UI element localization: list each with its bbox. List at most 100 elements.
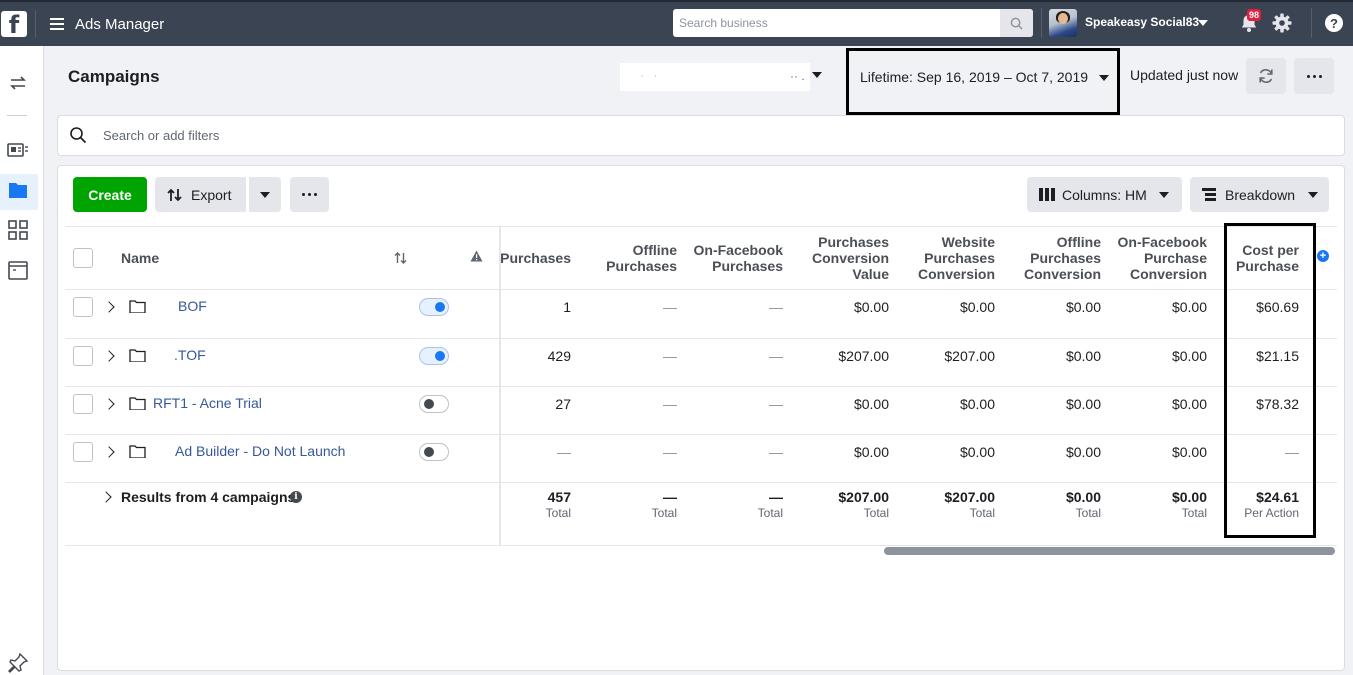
search-business-button[interactable] (1000, 9, 1033, 37)
chevron-down-icon (1158, 191, 1169, 198)
total-offline-purchases: — (663, 489, 677, 505)
column-header-on-facebook-purchases[interactable]: On-Facebook Purchases (694, 242, 783, 274)
chevron-down-icon[interactable] (812, 72, 822, 78)
campaign-name-link[interactable]: Ad Builder - Do Not Launch (175, 443, 345, 459)
campaign-name-link[interactable]: BOF (178, 298, 207, 314)
sort-icon[interactable] (394, 252, 407, 264)
total-offline-conversion: $0.00 (1065, 489, 1101, 505)
columns-button[interactable]: Columns: HM (1027, 177, 1182, 212)
cell-website-conversion: $0.00 (959, 396, 995, 412)
grid-icon[interactable] (7, 219, 29, 241)
cost-per-purchase-highlight (1224, 223, 1316, 538)
help-icon[interactable]: ? (1325, 14, 1343, 32)
divider (1041, 8, 1042, 38)
table-border (65, 338, 1337, 339)
total-purchases: 457 (547, 489, 571, 505)
date-range-label: Lifetime: Sep 16, 2019 – Oct 7, 2019 (860, 69, 1089, 85)
total-label: Total (545, 506, 571, 520)
account-name[interactable]: Speakeasy Social83 (1085, 15, 1199, 29)
export-button[interactable]: Export (155, 177, 246, 212)
updated-status: Updated just now (1130, 67, 1239, 83)
cell-offline-conversion: $0.00 (1065, 444, 1101, 460)
search-business-field[interactable] (673, 9, 1033, 37)
cell-on-facebook-conversion: $0.00 (1171, 299, 1207, 315)
total-conversion-value: $207.00 (838, 489, 889, 505)
column-header-offline-purchases[interactable]: Offline Purchases (606, 242, 677, 274)
facebook-logo-icon[interactable]: f (1, 11, 27, 37)
cell-website-conversion: $207.00 (944, 348, 995, 364)
columns-label: Columns: HM (1062, 186, 1147, 203)
warning-icon[interactable] (470, 250, 483, 262)
table-more-options-button[interactable] (290, 177, 329, 212)
add-column-icon[interactable]: + (1317, 250, 1329, 262)
cell-conversion-value: $0.00 (853, 396, 889, 412)
more-options-button[interactable] (1294, 58, 1334, 94)
avatar[interactable] (1049, 9, 1077, 37)
cell-conversion-value: $207.00 (838, 348, 889, 364)
search-icon (70, 127, 87, 144)
more-icon (1306, 74, 1322, 78)
cell-offline-purchases: — (663, 348, 677, 364)
campaign-name-link[interactable]: .TOF (174, 347, 206, 363)
export-arrows-icon (167, 188, 182, 201)
gear-icon[interactable] (1271, 12, 1293, 34)
campaign-toggle[interactable] (419, 395, 449, 413)
total-label: Total (1181, 506, 1207, 520)
column-header-website-purchases-conversion[interactable]: Website Purchases Conversion (918, 234, 995, 282)
pin-icon[interactable] (7, 652, 29, 674)
table-border (65, 386, 1337, 387)
cell-on-facebook-purchases: — (769, 299, 783, 315)
column-header-purchases[interactable]: Purchases (500, 250, 571, 266)
column-header-name[interactable]: Name (121, 250, 159, 266)
app-title[interactable]: Ads Manager (75, 16, 164, 33)
cell-purchases: — (557, 444, 571, 460)
folder-icon (129, 397, 146, 410)
divider (35, 10, 36, 38)
column-header-on-facebook-purchase-conversion[interactable]: On-Facebook Purchase Conversion (1118, 234, 1207, 282)
breakdown-button[interactable]: Breakdown (1190, 177, 1329, 212)
search-business-input[interactable] (673, 9, 1000, 37)
total-label: Total (1075, 506, 1101, 520)
column-header-offline-purchases-conversion[interactable]: Offline Purchases Conversion (1024, 234, 1101, 282)
cell-offline-conversion: $0.00 (1065, 299, 1101, 315)
row-checkbox[interactable] (73, 346, 93, 366)
total-label: Total (863, 506, 889, 520)
filter-search-bar[interactable] (57, 115, 1345, 156)
campaign-toggle[interactable] (419, 298, 449, 316)
cell-conversion-value: $0.00 (853, 299, 889, 315)
total-label: Total (651, 506, 677, 520)
refresh-button[interactable] (1246, 58, 1286, 94)
horizontal-scrollbar[interactable] (884, 547, 1335, 555)
results-summary-label: Results from 4 campaigns (121, 489, 296, 505)
campaigns-folder-icon[interactable] (7, 179, 29, 201)
campaign-toggle[interactable] (419, 347, 449, 365)
create-button[interactable]: Create (73, 177, 147, 212)
account-overview-icon[interactable] (7, 139, 29, 161)
folder-icon (129, 349, 146, 362)
select-all-checkbox[interactable] (73, 248, 93, 268)
campaign-name-link[interactable]: RFT1 - Acne Trial (153, 395, 262, 411)
row-checkbox[interactable] (73, 297, 93, 317)
redacted-account-selector[interactable]: · · ·· . (620, 63, 810, 91)
filter-search-input[interactable] (103, 116, 1303, 155)
row-checkbox[interactable] (73, 394, 93, 414)
search-icon (1010, 17, 1023, 30)
total-on-facebook-conversion: $0.00 (1171, 489, 1207, 505)
info-icon[interactable]: i (290, 491, 302, 503)
export-dropdown-button[interactable] (249, 177, 281, 212)
row-checkbox[interactable] (73, 442, 93, 462)
column-header-purchases-conversion-value[interactable]: Purchases Conversion Value (812, 234, 889, 282)
campaign-toggle[interactable] (419, 443, 449, 461)
menu-icon[interactable] (50, 18, 64, 30)
folder-icon (129, 445, 146, 458)
divider (7, 115, 27, 116)
notification-badge[interactable]: 98 (1247, 9, 1262, 21)
chevron-down-icon (1308, 191, 1319, 198)
refresh-icon (1259, 69, 1273, 83)
chevron-down-icon[interactable] (1198, 20, 1208, 26)
total-website-conversion: $207.00 (944, 489, 995, 505)
cell-purchases: 429 (547, 348, 571, 364)
browser-window-icon[interactable] (7, 259, 29, 281)
switch-arrows-icon[interactable] (7, 72, 29, 94)
date-range-button[interactable]: Lifetime: Sep 16, 2019 – Oct 7, 2019 (846, 48, 1120, 115)
